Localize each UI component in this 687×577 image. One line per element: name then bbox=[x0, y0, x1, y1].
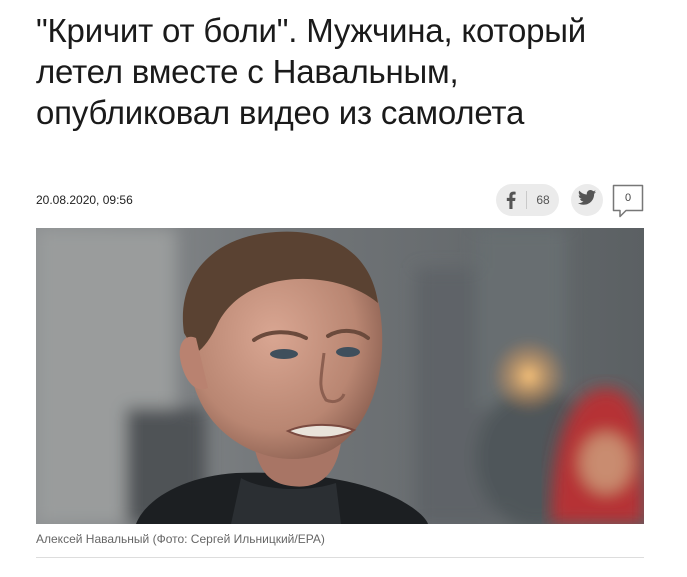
article: "Кричит от боли". Мужчина, который летел… bbox=[0, 0, 687, 577]
comments-button[interactable]: 0 bbox=[612, 184, 644, 218]
photo-caption: Алексей Навальный (Фото: Сергей Ильницки… bbox=[36, 532, 325, 546]
twitter-icon bbox=[578, 190, 596, 210]
facebook-share-button[interactable]: 68 bbox=[496, 184, 559, 216]
comments-count: 0 bbox=[624, 192, 632, 204]
divider-line bbox=[36, 557, 644, 558]
facebook-icon bbox=[496, 184, 526, 216]
article-photo bbox=[36, 228, 644, 524]
twitter-share-button[interactable] bbox=[571, 184, 603, 216]
article-headline: "Кричит от боли". Мужчина, который летел… bbox=[36, 12, 587, 131]
facebook-share-count: 68 bbox=[536, 193, 550, 207]
article-datetime: 20.08.2020, 09:56 bbox=[36, 193, 133, 207]
